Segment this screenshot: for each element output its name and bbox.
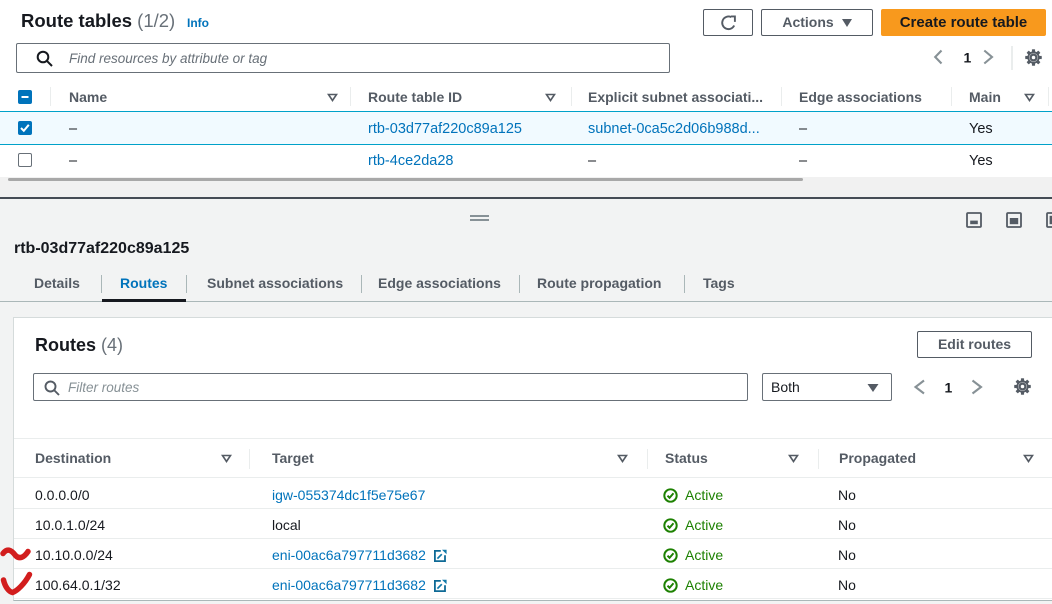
svg-text:1: 1: [945, 380, 953, 396]
svg-text:1: 1: [964, 50, 972, 66]
